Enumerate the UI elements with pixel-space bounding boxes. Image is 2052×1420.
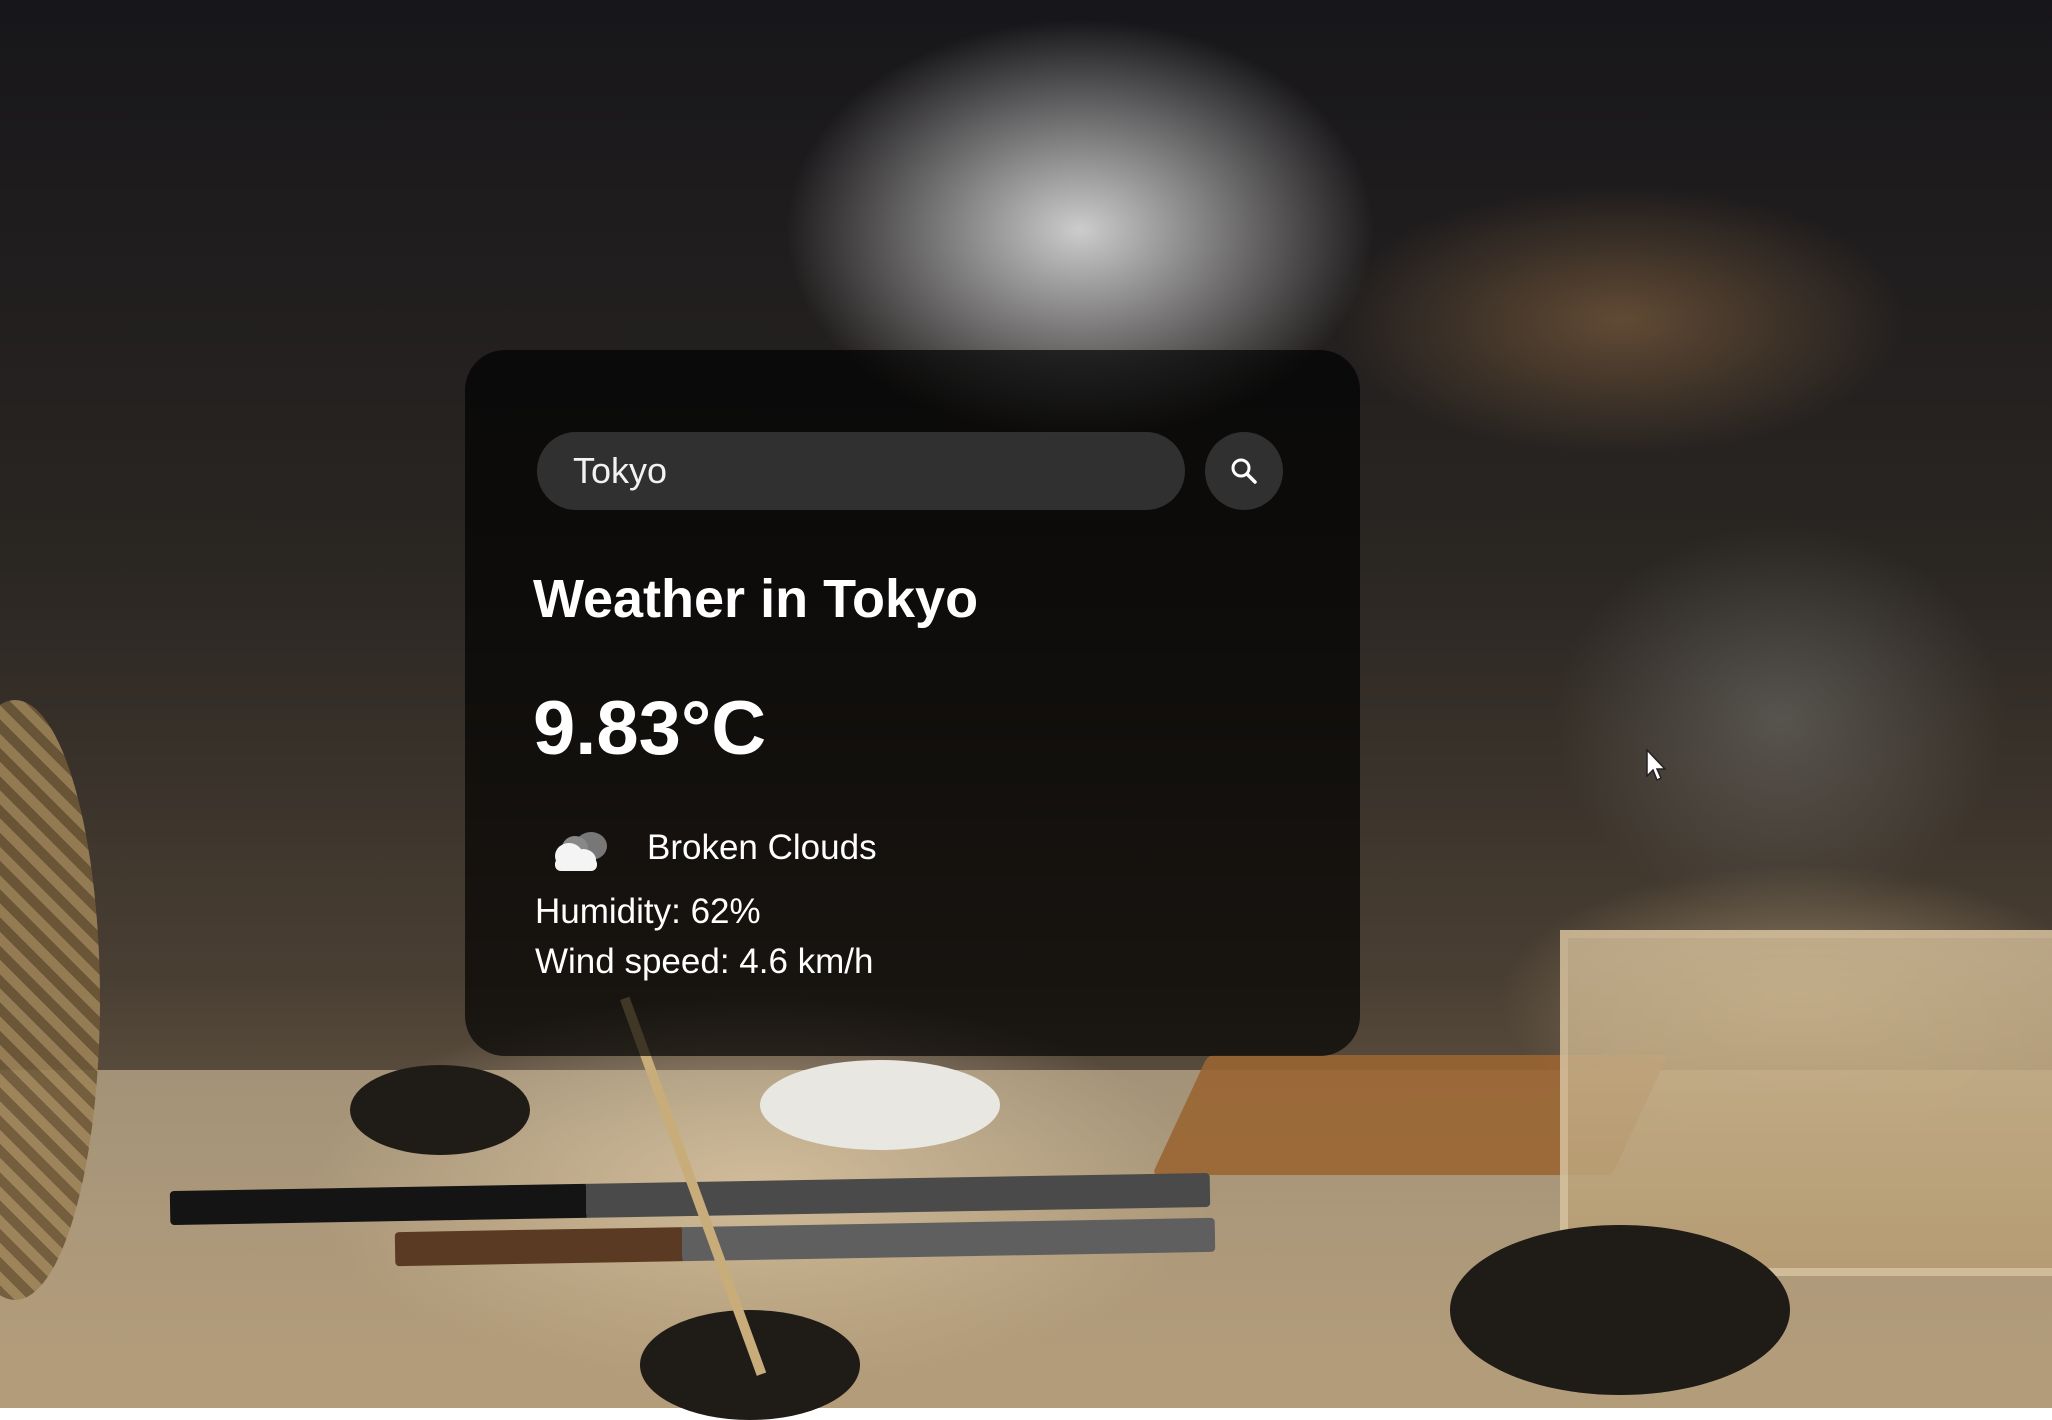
weather-card: Weather in Tokyo 9.83°C Broken Clouds Hu… — [465, 350, 1360, 1056]
weather-description-row: Broken Clouds — [545, 820, 877, 876]
temperature: 9.83°C — [533, 686, 767, 771]
humidity: Humidity: 62% — [535, 892, 761, 931]
search-bar — [537, 432, 1295, 510]
weather-description: Broken Clouds — [647, 828, 877, 867]
wind-speed: Wind speed: 4.6 km/h — [535, 942, 874, 981]
weather-title: Weather in Tokyo — [533, 569, 979, 629]
mouse-cursor-icon — [1646, 748, 1667, 782]
cloud-icon — [555, 832, 607, 871]
bowl — [1450, 1225, 1790, 1395]
search-icon — [1231, 458, 1257, 484]
search-button[interactable] — [1205, 432, 1283, 510]
bowl — [640, 1310, 860, 1420]
wooden-box — [1560, 930, 2052, 1276]
bowl — [350, 1065, 530, 1155]
search-input[interactable] — [537, 432, 1185, 510]
white-towel — [760, 1060, 1000, 1150]
